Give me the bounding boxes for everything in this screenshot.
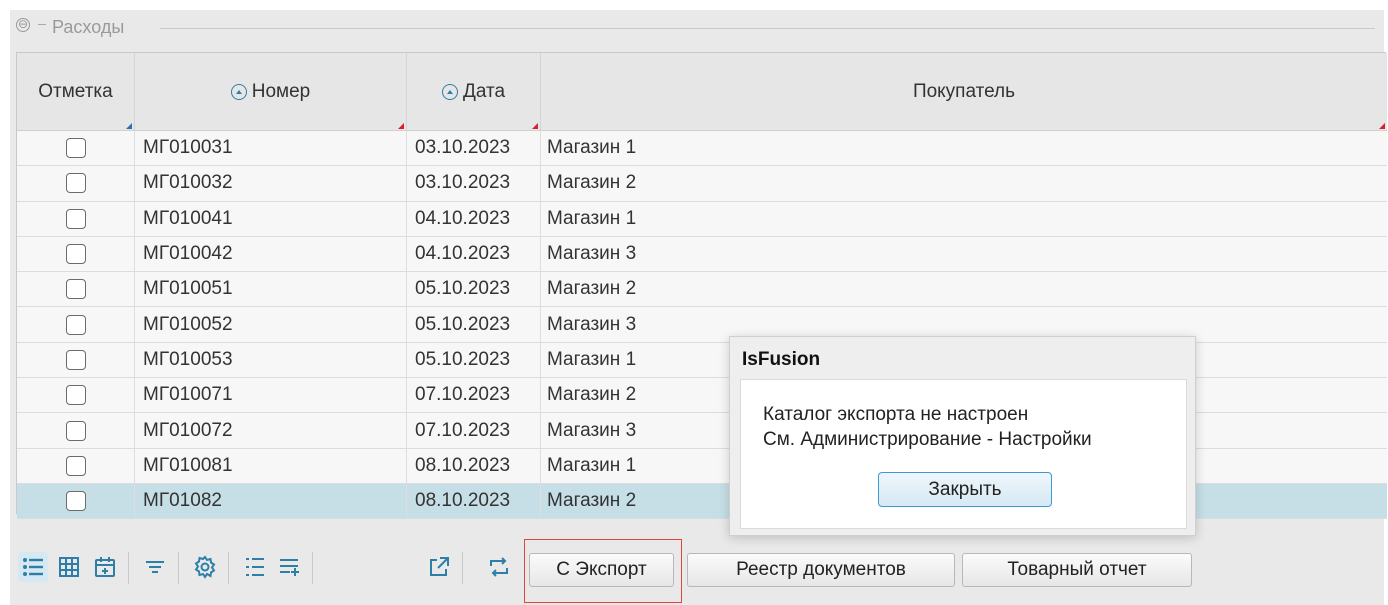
date-cell: 07.10.2023 (407, 413, 541, 448)
date-cell: 05.10.2023 (407, 272, 541, 307)
number-cell: МГ010072 (135, 413, 407, 448)
buyer-cell: Магазин 1 (547, 137, 637, 159)
number-cell: МГ010042 (135, 236, 407, 272)
calendar-view-icon[interactable] (90, 552, 120, 582)
goods-report-button[interactable]: Товарный отчет (962, 553, 1192, 587)
row-checkbox[interactable] (65, 455, 86, 476)
table-row[interactable]: МГ010041 04.10.2023 Магазин 1 (17, 201, 1387, 237)
grid-view-icon[interactable] (54, 552, 84, 582)
column-header-number[interactable]: Номер (135, 53, 407, 131)
mark-cell (17, 378, 135, 413)
open-external-icon[interactable] (424, 552, 454, 582)
row-checkbox[interactable] (65, 349, 86, 370)
column-corner-marker (532, 123, 538, 129)
row-checkbox[interactable] (65, 420, 86, 441)
mark-cell (17, 483, 135, 519)
sort-ascending-icon[interactable] (230, 84, 247, 100)
row-checkbox[interactable] (65, 208, 86, 229)
column-header-date[interactable]: Дата (407, 53, 541, 131)
column-corner-marker (398, 123, 404, 129)
date-cell: 05.10.2023 (407, 342, 541, 378)
row-checkbox[interactable] (65, 491, 86, 512)
toolbar-separator (312, 552, 313, 584)
buyer-cell: Магазин 1 (547, 207, 637, 229)
settings-icon[interactable] (190, 552, 220, 582)
column-header-label: Дата (462, 81, 506, 102)
number-cell: МГ010031 (135, 131, 407, 166)
row-checkbox[interactable] (65, 244, 86, 265)
date-cell: 07.10.2023 (407, 378, 541, 413)
mark-cell (17, 201, 135, 236)
table-row[interactable]: МГ010031 03.10.2023 Магазин 1 (17, 131, 1387, 167)
number-cell: МГ010041 (135, 201, 407, 236)
mark-cell (17, 236, 135, 272)
date-cell: 08.10.2023 (407, 448, 541, 483)
toolbar-separator (178, 552, 179, 584)
number-cell: МГ01082 (135, 483, 407, 519)
column-corner-marker (1379, 123, 1385, 129)
number-cell: МГ010071 (135, 378, 407, 413)
document-registry-button[interactable]: Реестр документов (687, 553, 955, 587)
dialog-message-line: См. Администрирование - Настройки (763, 429, 1092, 450)
mark-cell (17, 166, 135, 201)
date-cell: 04.10.2023 (407, 201, 541, 236)
mark-cell (17, 342, 135, 378)
close-button[interactable]: Закрыть (878, 472, 1052, 507)
buyer-cell: Магазин 2 (547, 278, 637, 300)
group-title: Расходы (52, 17, 125, 37)
export-button[interactable]: С Экспорт (529, 553, 674, 587)
column-header-label: Отметка (38, 81, 113, 102)
date-cell: 03.10.2023 (407, 131, 541, 166)
group-separator (38, 24, 46, 25)
number-cell: МГ010052 (135, 307, 407, 342)
sort-ascending-icon[interactable] (441, 84, 458, 100)
toolbar-separator (462, 552, 463, 584)
bottom-toolbar: С Экспорт Реестр документов Товарный отч… (16, 539, 1386, 603)
buyer-cell: Магазин 3 (547, 243, 637, 265)
table-row[interactable]: МГ010042 04.10.2023 Магазин 3 (17, 236, 1387, 273)
dialog-message: Каталог экспорта не настроен См. Админис… (763, 402, 1092, 452)
date-cell: 08.10.2023 (407, 483, 541, 519)
table-header: Отметка Номер Дата Покупатель (17, 53, 1387, 131)
table-row[interactable]: МГ010032 03.10.2023 Магазин 2 (17, 166, 1387, 202)
toolbar-separator (128, 552, 129, 584)
column-header-mark[interactable]: Отметка (17, 53, 135, 131)
row-checkbox[interactable] (65, 314, 86, 335)
toolbar-separator (228, 552, 229, 584)
row-checkbox[interactable] (65, 279, 86, 300)
dialog-body: Каталог экспорта не настроен См. Админис… (740, 379, 1187, 529)
date-cell: 03.10.2023 (407, 166, 541, 201)
dialog-message-line: Каталог экспорта не настроен (763, 404, 1029, 425)
add-list-icon[interactable] (274, 552, 304, 582)
mark-cell (17, 448, 135, 483)
column-header-label: Номер (251, 81, 311, 102)
number-cell: МГ010051 (135, 272, 407, 307)
mark-cell (17, 307, 135, 342)
mark-cell (17, 413, 135, 448)
ordered-list-icon[interactable] (240, 552, 270, 582)
table-row[interactable]: МГ010051 05.10.2023 Магазин 2 (17, 272, 1387, 308)
number-cell: МГ010053 (135, 342, 407, 378)
column-corner-marker (126, 123, 132, 129)
mark-cell (17, 272, 135, 307)
date-cell: 04.10.2023 (407, 236, 541, 272)
group-header: ⊖ Расходы (10, 10, 1384, 50)
mark-cell (17, 131, 135, 166)
list-view-icon[interactable] (18, 552, 48, 582)
buyer-cell: Магазин 2 (547, 172, 637, 194)
number-cell: МГ010081 (135, 448, 407, 483)
column-header-buyer[interactable]: Покупатель (541, 53, 1387, 131)
filter-icon[interactable] (140, 552, 170, 582)
dialog-title: IsFusion (742, 349, 821, 370)
message-dialog: IsFusion Каталог экспорта не настроен См… (729, 336, 1196, 536)
group-divider (160, 28, 1375, 29)
sync-icon[interactable] (484, 552, 514, 582)
collapse-icon[interactable]: ⊖ (16, 18, 30, 32)
row-checkbox[interactable] (65, 138, 86, 159)
row-checkbox[interactable] (65, 173, 86, 194)
number-cell: МГ010032 (135, 166, 407, 201)
row-checkbox[interactable] (65, 385, 86, 406)
date-cell: 05.10.2023 (407, 307, 541, 342)
column-header-label: Покупатель (912, 81, 1016, 102)
